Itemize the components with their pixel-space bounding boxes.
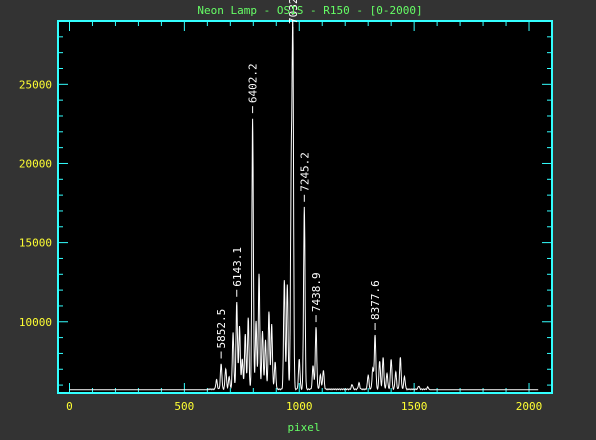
x-tick-label: 500 — [174, 400, 194, 413]
chart-title: Neon Lamp - OSIS - R150 - [0-2000] — [197, 4, 422, 17]
x-tick-label: 2000 — [516, 400, 543, 413]
y-tick-label: 20000 — [19, 157, 52, 170]
peak-label: 7245.2 — [298, 152, 311, 192]
peak-label: 6402.2 — [247, 63, 260, 103]
y-tick-label: 25000 — [19, 78, 52, 91]
x-tick-label: 0 — [66, 400, 73, 413]
peak-label: 6143.1 — [231, 247, 244, 287]
x-axis-label: pixel — [287, 421, 320, 434]
plot-area — [58, 21, 552, 393]
peak-label: 8377.6 — [369, 280, 382, 320]
peak-label: 5852.5 — [215, 309, 228, 349]
spectrum-plot: 0 500 1000 1500 2000 10000 15000 20000 25000 58… — [0, 0, 596, 440]
x-tick-label: 1000 — [286, 400, 313, 413]
y-tick-label: 15000 — [19, 237, 52, 250]
y-tick-label: 10000 — [19, 316, 52, 329]
x-tick-label: 1500 — [401, 400, 428, 413]
peak-label: 7438.9 — [310, 272, 323, 312]
